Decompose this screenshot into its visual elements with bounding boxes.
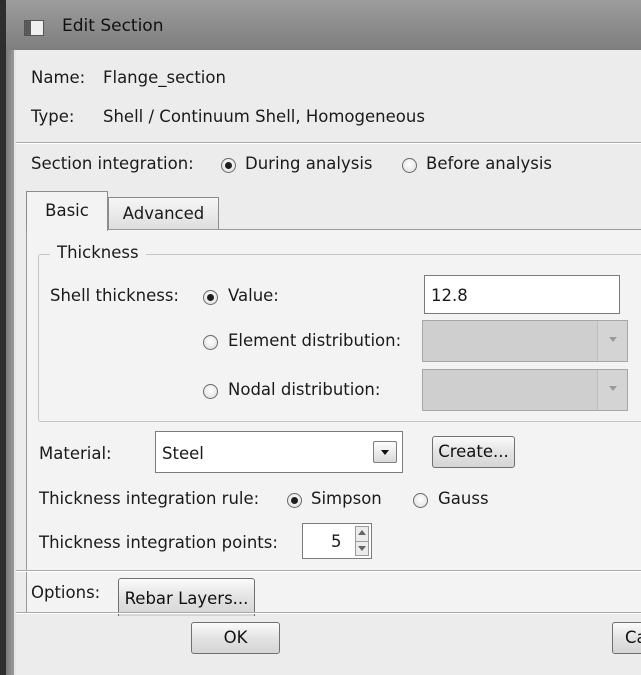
- gauss-label[interactable]: Gauss: [438, 489, 489, 508]
- rebar-layers-button[interactable]: Rebar Layers...: [118, 578, 255, 616]
- title-bar[interactable]: Edit Section: [6, 0, 641, 50]
- material-value: Steel: [162, 444, 204, 463]
- before-analysis-label[interactable]: Before analysis: [426, 154, 552, 173]
- material-label: Material:: [39, 444, 112, 463]
- during-analysis-label[interactable]: During analysis: [245, 154, 373, 173]
- rebar-layers-label: Rebar Layers...: [124, 589, 249, 608]
- nodal-distribution-label[interactable]: Nodal distribution:: [228, 380, 380, 399]
- separator: [16, 142, 641, 144]
- chevron-down-icon: [597, 321, 627, 361]
- thickness-group-label: Thickness: [50, 243, 146, 262]
- separator: [16, 612, 641, 614]
- name-label: Name:: [31, 68, 86, 87]
- options-label: Options:: [31, 583, 101, 602]
- create-material-button[interactable]: Create...: [432, 436, 515, 468]
- simpson-label[interactable]: Simpson: [311, 489, 382, 508]
- ok-label: OK: [223, 628, 248, 647]
- integration-points-value: 5: [331, 532, 342, 551]
- name-value: Flange_section: [103, 68, 226, 87]
- edit-section-dialog: Edit Section Name: Flange_section Type: …: [0, 0, 641, 675]
- chevron-down-icon[interactable]: [373, 441, 397, 463]
- ok-button[interactable]: OK: [191, 622, 280, 654]
- element-distribution-select[interactable]: [422, 320, 628, 362]
- element-distribution-radio[interactable]: [203, 335, 218, 350]
- stepper-down-icon[interactable]: [358, 546, 366, 551]
- integration-points-label: Thickness integration points:: [39, 533, 278, 552]
- nodal-distribution-radio[interactable]: [203, 384, 218, 399]
- separator: [16, 570, 641, 572]
- tab-basic-label: Basic: [45, 201, 89, 220]
- type-label: Type:: [31, 107, 75, 126]
- section-integration-label: Section integration:: [31, 154, 194, 173]
- dialog-body: Name: Flange_section Type: Shell / Conti…: [16, 50, 641, 675]
- tab-advanced[interactable]: Advanced: [108, 197, 219, 229]
- integration-rule-label: Thickness integration rule:: [39, 489, 260, 508]
- tab-advanced-label: Advanced: [122, 204, 205, 223]
- during-analysis-radio[interactable]: [221, 158, 236, 173]
- create-material-label: Create...: [438, 442, 509, 461]
- before-analysis-radio[interactable]: [402, 158, 417, 173]
- cancel-button[interactable]: Ca: [612, 622, 641, 654]
- window-title: Edit Section: [62, 16, 164, 36]
- value-radio[interactable]: [203, 290, 218, 305]
- chevron-down-icon: [597, 370, 627, 410]
- thickness-value-text: 12.8: [431, 286, 468, 305]
- integration-points-stepper[interactable]: 5: [302, 523, 372, 559]
- cancel-label: Ca: [625, 628, 641, 647]
- stepper-up-icon[interactable]: [358, 530, 366, 535]
- window-icon: [24, 20, 44, 36]
- type-value: Shell / Continuum Shell, Homogeneous: [103, 107, 425, 126]
- material-select[interactable]: Steel: [155, 431, 403, 473]
- simpson-radio[interactable]: [287, 493, 302, 508]
- element-distribution-label[interactable]: Element distribution:: [228, 331, 401, 350]
- gauss-radio[interactable]: [413, 493, 428, 508]
- stepper-buttons[interactable]: [355, 526, 369, 556]
- thickness-value-input[interactable]: 12.8: [424, 275, 620, 314]
- value-label[interactable]: Value:: [228, 286, 279, 305]
- tab-basic[interactable]: Basic: [26, 191, 108, 231]
- window-frame: [0, 0, 14, 675]
- nodal-distribution-select[interactable]: [422, 369, 628, 411]
- shell-thickness-label: Shell thickness:: [50, 286, 179, 305]
